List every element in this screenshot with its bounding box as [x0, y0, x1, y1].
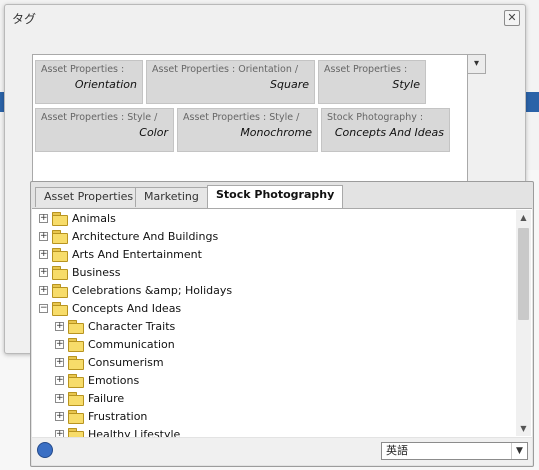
tree-node-label[interactable]: Animals	[72, 210, 116, 228]
tag-category: Asset Properties : Orientation /	[152, 64, 299, 75]
tree-node-label[interactable]: Business	[72, 264, 121, 282]
folder-icon	[52, 284, 68, 298]
tree-scrollbar[interactable]: ▲ ▼	[516, 210, 531, 436]
collapse-icon[interactable]: −	[39, 304, 48, 313]
tab-asset-properties[interactable]: Asset Properties	[35, 187, 143, 207]
tree-node-label[interactable]: Emotions	[88, 372, 139, 390]
tag-chip[interactable]: Asset Properties : Style / Monochrome	[177, 108, 318, 152]
expand-icon[interactable]: +	[55, 430, 64, 437]
tag-chip[interactable]: Asset Properties : Style	[318, 60, 426, 104]
folder-icon	[68, 410, 84, 424]
tree-node-label[interactable]: Arts And Entertainment	[72, 246, 202, 264]
folder-icon	[68, 338, 84, 352]
expand-icon[interactable]: +	[39, 268, 48, 277]
folder-icon	[68, 356, 84, 370]
tag-chip[interactable]: Asset Properties : Style / Color	[35, 108, 174, 152]
folder-icon	[68, 320, 84, 334]
folder-icon	[68, 428, 84, 437]
tree-node-label[interactable]: Frustration	[88, 408, 147, 426]
selected-tags-area[interactable]: Asset Properties : Orientation Asset Pro…	[32, 54, 468, 182]
folder-icon	[52, 212, 68, 226]
folder-icon	[68, 374, 84, 388]
globe-icon[interactable]	[37, 442, 53, 458]
scroll-up-icon[interactable]: ▲	[516, 210, 531, 225]
tag-browser-footer: 英語 ▼	[32, 438, 532, 465]
expand-icon[interactable]: +	[39, 232, 48, 241]
close-button[interactable]: ✕	[504, 10, 520, 26]
tree-node-label[interactable]: Character Traits	[88, 318, 175, 336]
tab-stock-photography[interactable]: Stock Photography	[207, 185, 344, 209]
tag-tree: + Animals + Architecture And Buildings +…	[32, 208, 532, 437]
expand-icon[interactable]: +	[39, 250, 48, 259]
chevron-down-icon[interactable]: ▼	[511, 443, 527, 459]
tag-value: Orientation	[74, 78, 137, 91]
scrollbar-thumb[interactable]	[518, 228, 529, 320]
expand-icon[interactable]: +	[55, 394, 64, 403]
tag-category: Asset Properties :	[324, 64, 408, 75]
expand-icon[interactable]: +	[39, 286, 48, 295]
tag-chip[interactable]: Stock Photography : Concepts And Ideas	[321, 108, 450, 152]
folder-icon	[68, 392, 84, 406]
tag-browser-panel: Asset Properties Marketing Stock Photogr…	[30, 181, 534, 467]
expand-icon[interactable]: +	[55, 358, 64, 367]
tag-value: Monochrome	[240, 126, 312, 139]
language-select[interactable]: 英語 ▼	[381, 442, 528, 460]
language-select-value: 英語	[386, 444, 408, 457]
tag-value: Color	[139, 126, 168, 139]
tag-category: Stock Photography :	[327, 112, 424, 123]
expand-icon[interactable]: +	[55, 376, 64, 385]
tree-node-label[interactable]: Communication	[88, 336, 175, 354]
tag-value: Concepts And Ideas	[334, 126, 444, 139]
tree-node-label[interactable]: Concepts And Ideas	[72, 300, 181, 318]
tag-category: Asset Properties : Style /	[41, 112, 158, 123]
tag-category: Asset Properties :	[41, 64, 125, 75]
folder-icon	[52, 248, 68, 262]
folder-icon	[52, 266, 68, 280]
tree-node-label[interactable]: Architecture And Buildings	[72, 228, 218, 246]
tag-chip[interactable]: Asset Properties : Orientation / Square	[146, 60, 315, 104]
tab-marketing[interactable]: Marketing	[135, 187, 208, 207]
tag-chip[interactable]: Asset Properties : Orientation	[35, 60, 143, 104]
tree-node-label[interactable]: Consumerism	[88, 354, 164, 372]
expand-icon[interactable]: +	[39, 214, 48, 223]
expand-icon[interactable]: +	[55, 322, 64, 331]
folder-icon	[52, 230, 68, 244]
tag-value: Square	[270, 78, 309, 91]
tag-value: Style	[392, 78, 420, 91]
tree-node-label[interactable]: Healthy Lifestyle	[88, 426, 180, 437]
expand-icon[interactable]: +	[55, 412, 64, 421]
expand-icon[interactable]: +	[55, 340, 64, 349]
tree-node-label[interactable]: Failure	[88, 390, 124, 408]
open-folder-icon	[52, 302, 68, 316]
tag-browser-dropdown-button[interactable]: ▾	[467, 54, 486, 74]
dialog-title: タグ	[12, 12, 37, 26]
scroll-down-icon[interactable]: ▼	[516, 421, 531, 436]
tag-category: Asset Properties : Style /	[183, 112, 300, 123]
tree-node-label[interactable]: Celebrations &amp; Holidays	[72, 282, 232, 300]
